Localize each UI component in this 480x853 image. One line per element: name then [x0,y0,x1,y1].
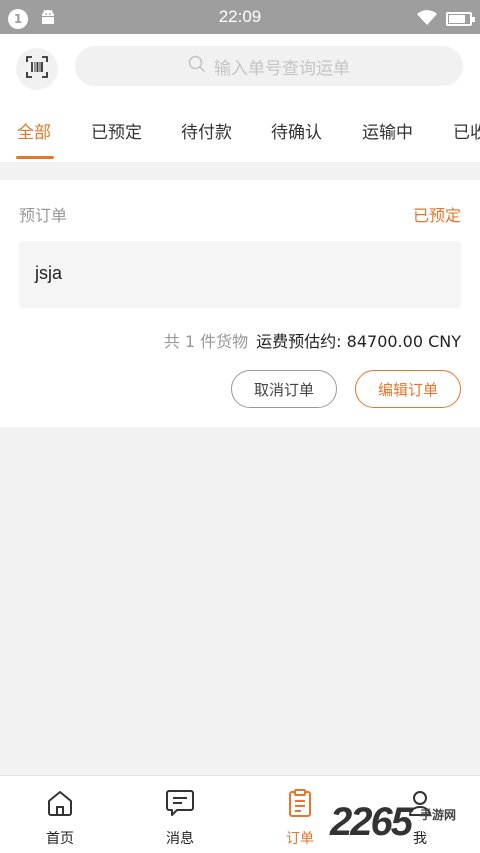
tab-all[interactable]: 全部 [17,118,51,143]
battery-level [449,15,465,23]
nav-messages[interactable]: 消息 [135,776,225,853]
cancel-order-button[interactable]: 取消订单 [231,370,337,408]
order-icon [285,788,315,818]
order-goods-box: jsja [19,241,461,308]
order-status: 已预定 [412,206,461,225]
nav-orders-label: 订单 [286,831,314,847]
tab-pending-confirmation[interactable]: 待确认 [271,118,322,143]
active-tab-indicator [16,156,54,159]
search-icon [188,55,206,77]
tab-in-transit[interactable]: 运输中 [362,118,413,143]
tab-reserved[interactable]: 已预定 [91,118,142,143]
status-right [416,8,475,30]
edit-order-button[interactable]: 编辑订单 [355,370,461,408]
watermark-logo: 2265 手游网 [330,800,480,850]
battery-icon [446,12,475,26]
message-icon [164,788,196,818]
order-goods-name: jsja [35,263,63,283]
freight-estimate: 运费预估约: 84700.00 CNY [256,332,461,351]
wifi-icon [416,8,438,30]
watermark-number: 2265 [330,800,413,844]
order-card[interactable]: 预订单 已预定 jsja 共 1 件货物 运费预估约: 84700.00 CNY … [0,180,480,427]
home-icon [45,788,75,818]
tab-pending-payment[interactable]: 待付款 [181,118,232,143]
status-time: 22:09 [218,7,262,26]
search-input[interactable]: 输入单号查询运单 [75,46,463,86]
nav-home-label: 首页 [46,831,74,847]
order-summary: 共 1 件货物 运费预估约: 84700.00 CNY [164,328,461,352]
header: 输入单号查询运单 全部 已预定 待付款 待确认 运输中 已收 [0,34,480,162]
search-placeholder: 输入单号查询运单 [214,58,350,79]
goods-count: 共 1 件货物 [163,332,249,351]
order-type: 预订单 [19,206,68,225]
nav-home[interactable]: 首页 [15,776,105,853]
order-status-tabs: 全部 已预定 待付款 待确认 运输中 已收 [0,114,480,162]
status-bar: 1 22:09 [0,0,480,34]
tab-received[interactable]: 已收 [453,118,480,143]
nav-messages-label: 消息 [166,831,194,847]
watermark-text: 手游网 [420,808,457,822]
barcode-scan-icon [26,56,48,82]
scan-button[interactable] [16,48,58,90]
